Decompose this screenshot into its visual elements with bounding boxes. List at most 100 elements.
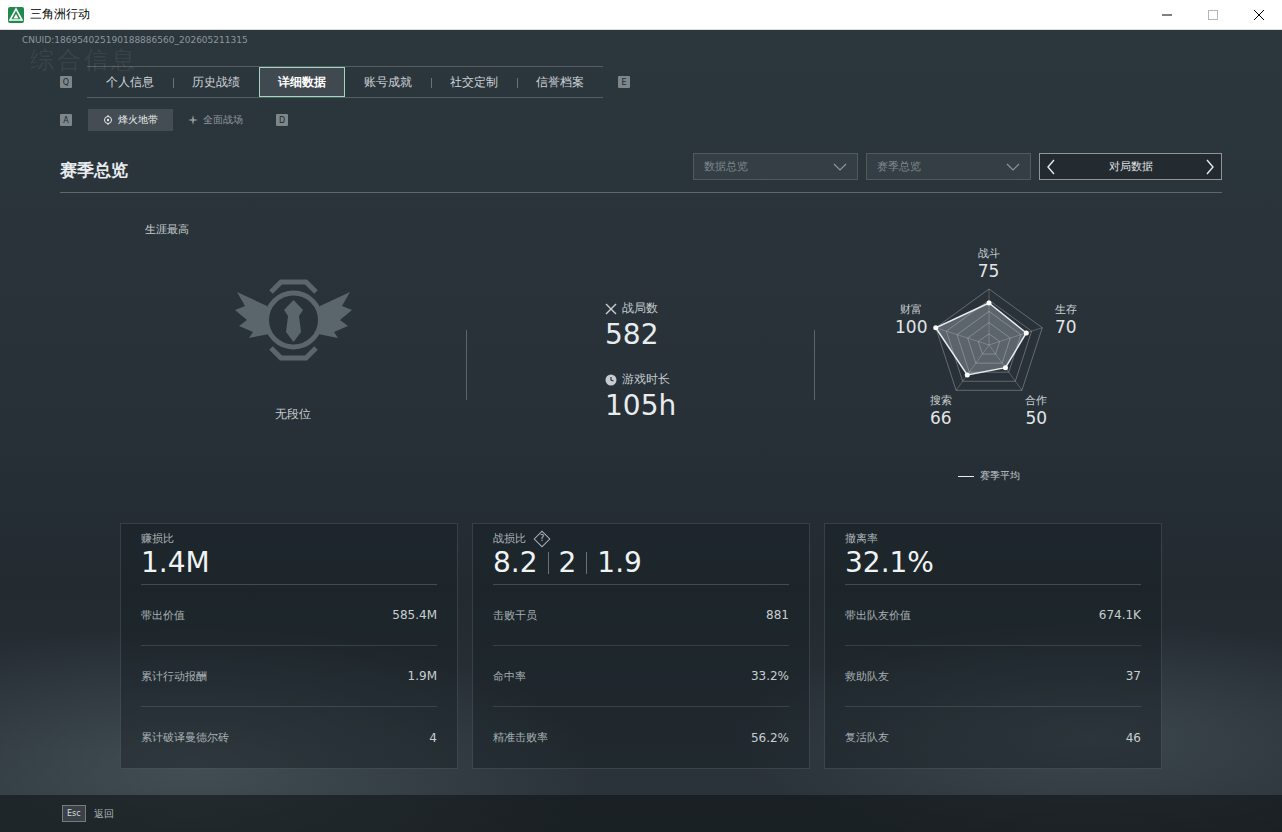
maximize-button[interactable]: [1190, 0, 1236, 30]
chevron-down-icon: [833, 163, 847, 171]
radar-axis-label: 合作50: [1025, 394, 1047, 428]
rank-panel: 生涯最高无段位: [120, 205, 466, 505]
stat-item: 战局数582: [605, 300, 814, 353]
stat-card: 战损比? 8.221.9击败干员881命中率33.2%精准击败率56.2%: [472, 523, 810, 769]
card-row: 累计破译曼德尔砖4: [141, 707, 437, 768]
prev-mode-key[interactable]: A: [60, 114, 72, 126]
card-value: 8.221.9: [493, 548, 789, 585]
radar-chart: 战斗75 生存70 合作50 搜索66 财富100: [869, 225, 1109, 465]
user-id: CNUID:186954025190188886560_202605211315: [0, 30, 1282, 46]
battlefield-icon: [188, 115, 198, 125]
radar-point: [986, 301, 991, 306]
radar-axis-label: 生存70: [1055, 303, 1077, 337]
card-row: 累计行动报酬1.9M: [141, 646, 437, 707]
card-title: 赚损比: [141, 532, 437, 546]
radar-point: [933, 325, 938, 330]
mode-tab-bar: A 烽火地带全面战场 D: [0, 109, 1282, 131]
data-pager: 对局数据: [1039, 153, 1222, 180]
card-row: 击败干员881: [493, 585, 789, 646]
card-row: 救助队友37: [845, 646, 1141, 707]
radar-axis-label: 搜索66: [930, 394, 952, 428]
delta-logo-icon: [8, 7, 24, 23]
window-title: 三角洲行动: [30, 6, 90, 23]
radar-ring: [935, 289, 1042, 390]
maximize-icon: [1208, 10, 1218, 20]
minimize-icon: [1162, 10, 1172, 20]
radar-legend: 赛季平均: [958, 469, 1020, 483]
value-separator: [548, 552, 549, 574]
filter-bar: 数据总览赛季总览 对局数据: [693, 153, 1222, 180]
card-row: 命中率33.2%: [493, 646, 789, 707]
chevron-right-icon[interactable]: [1205, 159, 1215, 175]
page-watermark: 综合信息: [30, 48, 138, 72]
stat-card: 赚损比 1.4M带出价值585.4M累计行动报酬1.9M累计破译曼德尔砖4: [120, 523, 458, 769]
stat-value: 105h: [605, 388, 814, 424]
close-button[interactable]: [1236, 0, 1282, 30]
stat-card: 撤离率 32.1%带出队友价值674.1K救助队友37复活队友46: [824, 523, 1162, 769]
eagle-emblem-icon: [231, 270, 356, 370]
filter-dropdown[interactable]: 赛季总览: [866, 153, 1031, 180]
value-separator: [586, 552, 587, 574]
minimize-button[interactable]: [1144, 0, 1190, 30]
stats-panel: 战局数582 游戏时长105h: [467, 205, 814, 505]
pager-label: 对局数据: [1109, 159, 1153, 174]
app-window: 三角洲行动综合信息 CNUID:186954025190188886560_202…: [0, 0, 1282, 832]
next-tab-key[interactable]: E: [618, 76, 630, 88]
main-tab[interactable]: 账号成就: [345, 67, 431, 97]
card-value: 1.4M: [141, 548, 437, 585]
column-divider: [466, 330, 467, 400]
main-tab[interactable]: 社交定制: [431, 67, 517, 97]
stat-item: 游戏时长105h: [605, 371, 814, 424]
next-mode-key[interactable]: D: [276, 114, 288, 126]
card-value: 32.1%: [845, 548, 1141, 585]
tab-list: 个人信息历史战绩详细数据账号成就社交定制信誉档案: [87, 66, 603, 98]
radar-point: [1023, 330, 1028, 335]
back-label[interactable]: 返回: [94, 807, 114, 821]
crossed-swords-icon: [605, 303, 617, 315]
card-title: 战损比?: [493, 532, 789, 546]
season-overview: 生涯最高无段位 战局数582 游戏时长105h 战斗75 生存70 合作50 搜索66 财富1…: [120, 205, 1162, 505]
title-bar: 三角洲行动: [0, 0, 1282, 30]
section-title: 赛季总览: [60, 151, 128, 182]
prev-tab-key[interactable]: Q: [60, 76, 72, 88]
radar-point: [964, 372, 969, 377]
card-title: 撤离率: [845, 532, 1141, 546]
main-tab[interactable]: 详细数据: [259, 67, 345, 97]
main-tab[interactable]: 个人信息: [87, 67, 173, 97]
game-screen: 综合信息 CNUID:186954025190188886560_20260521…: [0, 30, 1282, 832]
mode-tab-list: 烽火地带全面战场: [88, 109, 258, 131]
radar-panel: 战斗75 生存70 合作50 搜索66 财富100 赛季平均: [815, 205, 1162, 505]
chevron-down-icon: [1006, 163, 1020, 171]
column-divider: [814, 330, 815, 400]
main-tab[interactable]: 历史战绩: [173, 67, 259, 97]
stat-label: 战局数: [622, 300, 658, 317]
help-icon[interactable]: ?: [534, 531, 551, 548]
stat-cards: 赚损比 1.4M带出价值585.4M累计行动报酬1.9M累计破译曼德尔砖4 战损比?…: [120, 523, 1162, 769]
radar-point: [1002, 365, 1007, 370]
radar-shape: [935, 303, 1026, 375]
card-row: 精准击败率56.2%: [493, 707, 789, 768]
section-header: 赛季总览数据总览赛季总览对局数据: [60, 151, 1222, 193]
clock-icon: [605, 374, 617, 386]
main-tab[interactable]: 信誉档案: [517, 67, 603, 97]
bottom-bar: Esc 返回: [0, 795, 1282, 832]
stat-label: 游戏时长: [622, 371, 670, 388]
mode-tab[interactable]: 全面战场: [173, 109, 258, 131]
main-tab-bar: Q 个人信息历史战绩详细数据账号成就社交定制信誉档案 E: [0, 66, 1282, 98]
close-icon: [1254, 10, 1264, 20]
radar-axis-label: 战斗75: [978, 247, 1000, 281]
chevron-left-icon[interactable]: [1046, 159, 1056, 175]
radar-axis-label: 财富100: [895, 303, 927, 337]
card-row: 带出队友价值674.1K: [845, 585, 1141, 646]
filter-dropdown[interactable]: 数据总览: [693, 153, 858, 180]
card-row: 复活队友46: [845, 707, 1141, 768]
window-controls: [1144, 0, 1282, 29]
stat-value: 582: [605, 317, 814, 353]
card-row: 带出价值585.4M: [141, 585, 437, 646]
fire-zone-icon: [103, 115, 113, 125]
back-key[interactable]: Esc: [62, 805, 86, 822]
rank-name: 无段位: [275, 406, 311, 423]
legend-line-icon: [958, 476, 974, 477]
rank-title: 生涯最高: [120, 223, 189, 237]
mode-tab[interactable]: 烽火地带: [88, 109, 173, 131]
